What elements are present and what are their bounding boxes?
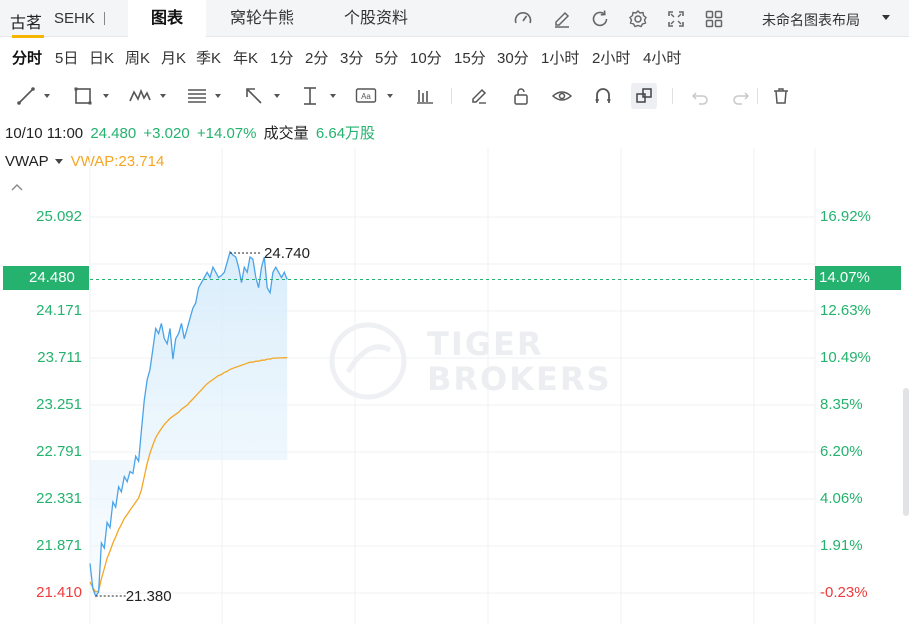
percent-tick-label: 1.91% [820,537,863,554]
price-tick-label: 23.711 [37,349,82,366]
intraday-chart[interactable]: TIGER BROKERS 24.740 21.380 [0,0,909,624]
percent-tick-label: 6.20% [820,443,863,460]
scrollbar[interactable] [903,388,909,516]
percent-tick-label: 8.35% [820,396,863,413]
current-price-tag: 24.480 [3,266,89,290]
price-tick-label: 21.871 [36,537,82,554]
current-pct-tag: 14.07% [815,266,901,290]
watermark-logo: TIGER BROKERS [329,322,612,400]
price-tick-label: 21.410 [36,584,82,601]
percent-tick-label: 16.92% [820,208,871,225]
percent-tick-label: 12.63% [820,302,871,319]
price-tick-label: 22.331 [36,490,82,507]
price-tick-label: 22.791 [36,443,82,460]
price-tick-label: 25.092 [36,208,82,225]
svg-text:BROKERS: BROKERS [427,360,612,398]
low-marker-label: 21.380 [126,588,172,605]
percent-tick-label: -0.23% [820,584,868,601]
percent-tick-label: 10.49% [820,349,871,366]
price-tick-label: 23.251 [36,396,82,413]
svg-text:TIGER: TIGER [427,325,544,363]
high-marker-label: 24.740 [264,245,310,262]
price-area-fill [90,251,288,597]
price-tick-label: 24.171 [36,302,82,319]
percent-tick-label: 4.06% [820,490,863,507]
